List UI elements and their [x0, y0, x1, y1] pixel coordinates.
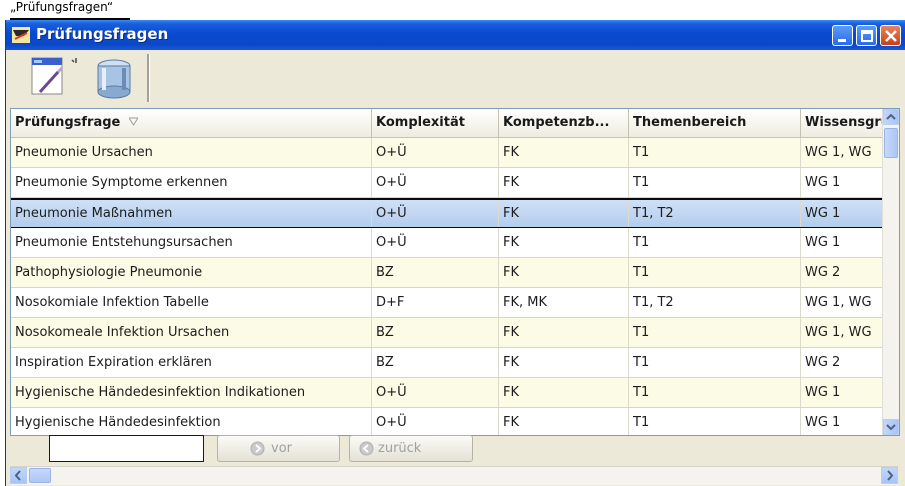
- pruefungsfrage-cell: Pneumonie Maßnahmen: [11, 200, 372, 227]
- table-row[interactable]: Pneumonie Maßnahmen O+Ü FK T1, T2 WG 1: [11, 198, 899, 229]
- scroll-right-button[interactable]: [881, 467, 898, 484]
- toolbar: [10, 54, 150, 104]
- themenbereich-cell: T1, T2: [629, 288, 801, 317]
- search-input[interactable]: [49, 435, 204, 462]
- top-strip: „Prüfungsfragen“: [0, 0, 905, 20]
- close-button[interactable]: [880, 25, 901, 46]
- themenbereich-cell: T1: [629, 318, 801, 347]
- themenbereich-cell: T1: [629, 408, 801, 435]
- questions-grid: Prüfungsfrage Komplexität Kompetenzb... …: [10, 108, 900, 436]
- kompetenzbereich-cell: FK, MK: [499, 288, 629, 317]
- pruefungsfrage-cell: Hygienische Händedesinfektion Indikation…: [11, 378, 372, 407]
- komplexitaet-cell: O+Ü: [372, 168, 499, 197]
- pruefungsfrage-cell: Pneumonie Entstehungsursachen: [11, 228, 372, 257]
- table-row[interactable]: Hygienische Händedesinfektion Indikation…: [11, 378, 899, 408]
- komplexitaet-cell: BZ: [372, 258, 499, 287]
- table-row[interactable]: Nosokomiale Infektion Tabelle D+F FK, MK T1…: [11, 288, 899, 318]
- pruefungsfrage-cell: Nosokomiale Infektion Tabelle: [11, 288, 372, 317]
- kompetenzbereich-cell: FK: [499, 318, 629, 347]
- kompetenzbereich-cell: FK: [499, 228, 629, 257]
- forward-label: vor: [271, 441, 292, 456]
- close-icon: [885, 30, 897, 42]
- kompetenzbereich-cell: FK: [499, 258, 629, 287]
- app-window: Prüfungsfragen Prüfungsfrage Komplexität…: [5, 20, 905, 486]
- column-header-kompetenzbereich[interactable]: Kompetenzb...: [499, 109, 629, 137]
- pruefungsfrage-cell: Pathophysiologie Pneumonie: [11, 258, 372, 287]
- sort-indicator-icon: [128, 117, 138, 126]
- edit-form-icon: [31, 57, 77, 95]
- scroll-up-button[interactable]: [883, 109, 899, 125]
- themenbereich-cell: T1: [629, 168, 801, 197]
- edit-form-button[interactable]: [28, 54, 80, 102]
- themenbereich-cell: T1: [629, 228, 801, 257]
- back-arrow-icon: [359, 441, 374, 456]
- column-header-pruefungsfrage[interactable]: Prüfungsfrage: [11, 109, 372, 137]
- themenbereich-cell: T1: [629, 378, 801, 407]
- themenbereich-cell: T1, T2: [629, 200, 801, 227]
- scroll-down-button[interactable]: [883, 419, 899, 435]
- arrow-left-icon: [14, 470, 21, 481]
- database-button[interactable]: [88, 54, 140, 102]
- themenbereich-cell: T1: [629, 348, 801, 377]
- komplexitaet-cell: O+Ü: [372, 200, 499, 227]
- komplexitaet-cell: BZ: [372, 318, 499, 347]
- komplexitaet-cell: D+F: [372, 288, 499, 317]
- horizontal-scroll-thumb[interactable]: [29, 468, 51, 483]
- maximize-icon: [861, 30, 873, 42]
- themenbereich-cell: T1: [629, 258, 801, 287]
- kompetenzbereich-cell: FK: [499, 138, 629, 167]
- back-label: zurück: [378, 441, 422, 456]
- komplexitaet-cell: O+Ü: [372, 378, 499, 407]
- pruefungsfrage-cell: Pneumonie Symptome erkennen: [11, 168, 372, 197]
- pruefungsfrage-cell: Inspiration Expiration erklären: [11, 348, 372, 377]
- kompetenzbereich-cell: FK: [499, 408, 629, 435]
- database-icon: [97, 59, 131, 99]
- vertical-scroll-thumb[interactable]: [884, 128, 898, 158]
- grid-header: Prüfungsfrage Komplexität Kompetenzb... …: [11, 109, 899, 138]
- table-row[interactable]: Pneumonie Ursachen O+Ü FK T1 WG 1, WG: [11, 138, 899, 168]
- kompetenzbereich-cell: FK: [499, 378, 629, 407]
- pruefungsfrage-cell: Nosokomeale Infektion Ursachen: [11, 318, 372, 347]
- pruefungsfrage-cell: Hygienische Händedesinfektion: [11, 408, 372, 435]
- app-icon: [12, 27, 30, 43]
- komplexitaet-cell: BZ: [372, 348, 499, 377]
- table-row[interactable]: Pathophysiologie Pneumonie BZ FK T1 WG 2: [11, 258, 899, 288]
- column-header-themenbereich[interactable]: Themenbereich: [629, 109, 801, 137]
- table-row[interactable]: Hygienische Händedesinfektion O+Ü FK T1 WG 1: [11, 408, 899, 435]
- table-row[interactable]: Inspiration Expiration erklären BZ FK T1 WG …: [11, 348, 899, 378]
- forward-arrow-icon: [250, 441, 265, 456]
- caption-fragment: „Prüfungsfragen“: [10, 0, 130, 20]
- forward-button[interactable]: vor: [217, 435, 340, 462]
- themenbereich-cell: T1: [629, 138, 801, 167]
- kompetenzbereich-cell: FK: [499, 168, 629, 197]
- maximize-button[interactable]: [856, 25, 877, 46]
- toolbar-separator: [147, 54, 150, 102]
- kompetenzbereich-cell: FK: [499, 200, 629, 227]
- komplexitaet-cell: O+Ü: [372, 138, 499, 167]
- horizontal-scrollbar[interactable]: [10, 466, 898, 485]
- back-button[interactable]: zurück: [349, 435, 473, 462]
- pruefungsfrage-cell: Pneumonie Ursachen: [11, 138, 372, 167]
- minimize-button[interactable]: [832, 25, 853, 46]
- arrow-up-icon: [886, 113, 896, 120]
- column-header-komplexitaet[interactable]: Komplexität: [372, 109, 499, 137]
- table-row[interactable]: Pneumonie Symptome erkennen O+Ü FK T1 WG 1: [11, 168, 899, 198]
- arrow-down-icon: [886, 424, 896, 431]
- table-row[interactable]: Pneumonie Entstehungsursachen O+Ü FK T1 WG 1: [11, 228, 899, 258]
- table-row[interactable]: Nosokomeale Infektion Ursachen BZ FK T1 WG 1…: [11, 318, 899, 348]
- minimize-icon: [838, 39, 846, 42]
- window-title: Prüfungsfragen: [36, 25, 169, 43]
- vertical-scrollbar[interactable]: [882, 109, 899, 435]
- kompetenzbereich-cell: FK: [499, 348, 629, 377]
- komplexitaet-cell: O+Ü: [372, 408, 499, 435]
- title-bar[interactable]: Prüfungsfragen: [6, 20, 905, 50]
- scroll-left-button[interactable]: [10, 467, 27, 484]
- arrow-right-icon: [887, 470, 894, 481]
- komplexitaet-cell: O+Ü: [372, 228, 499, 257]
